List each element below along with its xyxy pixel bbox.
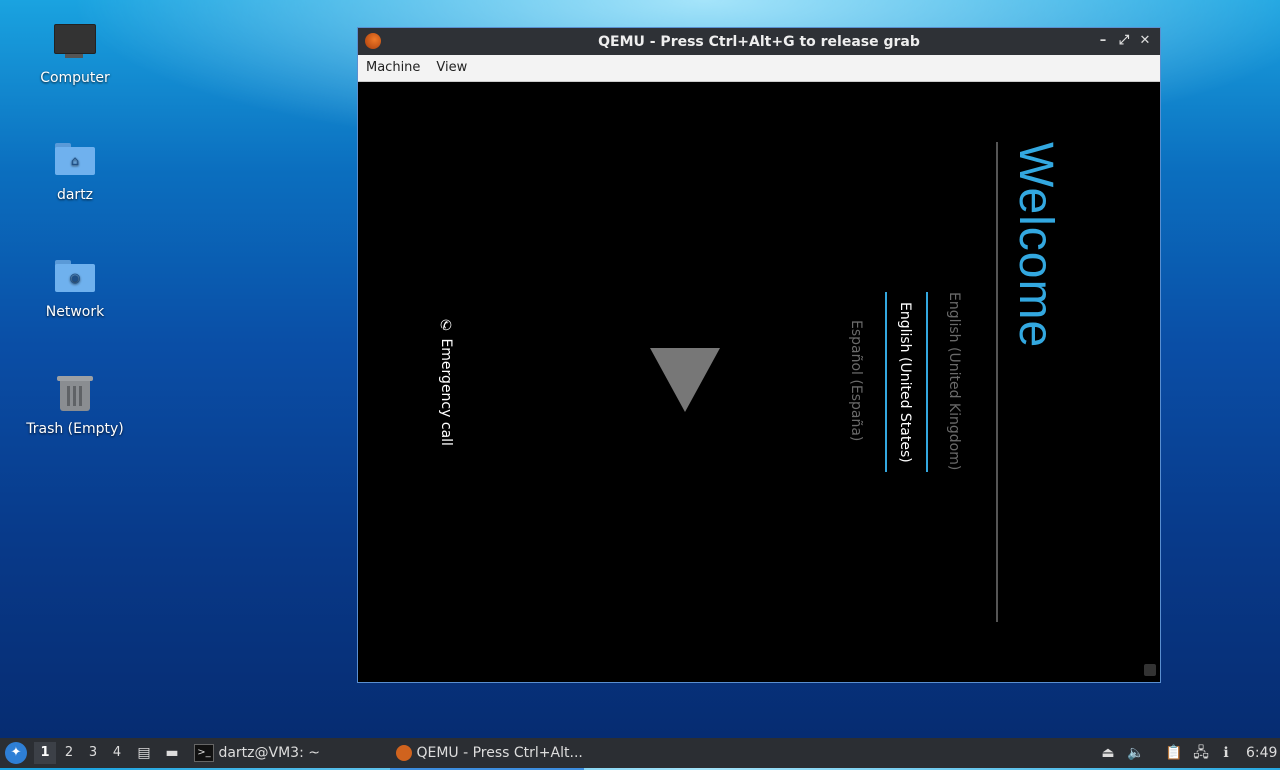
phone-icon: ✆ (438, 318, 454, 339)
task-label: dartz@VM3: ~ (218, 745, 320, 761)
trash-icon (53, 373, 97, 417)
emergency-call-button[interactable]: ✆ Emergency call (438, 318, 454, 446)
qemu-task-icon (396, 745, 412, 761)
desktop-icon-trash[interactable]: Trash (Empty) (20, 373, 130, 437)
divider-line (996, 142, 998, 622)
task-qemu[interactable]: QEMU - Press Ctrl+Alt... (390, 738, 584, 770)
qemu-window: QEMU - Press Ctrl+Alt+G to release grab … (357, 27, 1161, 683)
computer-icon (53, 22, 97, 66)
close-icon[interactable]: ✕ (1136, 32, 1154, 50)
task-terminal[interactable]: >_ dartz@VM3: ~ (194, 738, 320, 768)
language-option-us[interactable]: English (United States) (897, 302, 913, 463)
desktop-icon-home[interactable]: ⌂ dartz (20, 139, 130, 203)
resize-grip-icon[interactable] (1144, 664, 1156, 676)
desktop-icon-label: Computer (40, 70, 110, 86)
network-status-icon[interactable]: 🖧 (1191, 743, 1211, 763)
workspace-3[interactable]: 3 (82, 742, 104, 764)
window-title: QEMU - Press Ctrl+Alt+G to release grab (598, 34, 920, 50)
clock[interactable]: 6:49 (1246, 738, 1277, 768)
desktop-icon-label: Network (45, 304, 105, 320)
network-folder-icon: ◉ (53, 256, 97, 300)
language-option-uk[interactable]: English (United Kingdom) (946, 292, 962, 470)
notification-icon[interactable]: ℹ (1216, 743, 1236, 763)
desktop-icon-label: dartz (56, 187, 94, 203)
selection-bar-left (885, 292, 887, 472)
desktop-icon-label: Trash (Empty) (26, 421, 124, 437)
start-arrow-icon[interactable] (650, 348, 720, 412)
maximize-icon[interactable]: ⤢ (1115, 32, 1133, 50)
workspace-1[interactable]: 1 (34, 742, 56, 764)
menu-machine[interactable]: Machine (358, 55, 428, 75)
eject-icon[interactable]: ⏏ (1098, 743, 1118, 763)
taskbar: ✦ 1 2 3 4 ▤ ▬ >_ dartz@VM3: ~ QEMU - Pre… (0, 738, 1280, 770)
desktop-icon-computer[interactable]: Computer (20, 22, 130, 86)
file-manager-icon[interactable]: ▤ (134, 743, 154, 763)
menu-view[interactable]: View (428, 55, 475, 75)
guest-screen[interactable]: Welcome English (United Kingdom) English… (358, 82, 1160, 682)
clipboard-icon[interactable]: 📋 (1164, 743, 1184, 763)
workspace-4[interactable]: 4 (106, 742, 128, 764)
volume-icon[interactable]: 🔈 (1126, 743, 1146, 763)
terminal-icon: >_ (194, 744, 214, 762)
minimize-icon[interactable]: – (1094, 32, 1112, 50)
menu-bar: Machine View (358, 55, 1160, 82)
start-menu-icon[interactable]: ✦ (5, 742, 27, 764)
task-label: QEMU - Press Ctrl+Alt... (416, 745, 583, 761)
desktop-icon-network[interactable]: ◉ Network (20, 256, 130, 320)
workspace-2[interactable]: 2 (58, 742, 80, 764)
selection-bar-right (926, 292, 928, 472)
emergency-call-label: Emergency call (438, 338, 454, 446)
home-folder-icon: ⌂ (53, 139, 97, 183)
language-option-es[interactable]: Español (España) (848, 320, 864, 441)
welcome-heading: Welcome (1009, 142, 1062, 349)
window-titlebar[interactable]: QEMU - Press Ctrl+Alt+G to release grab … (358, 28, 1160, 55)
show-desktop-icon[interactable]: ▬ (162, 743, 182, 763)
